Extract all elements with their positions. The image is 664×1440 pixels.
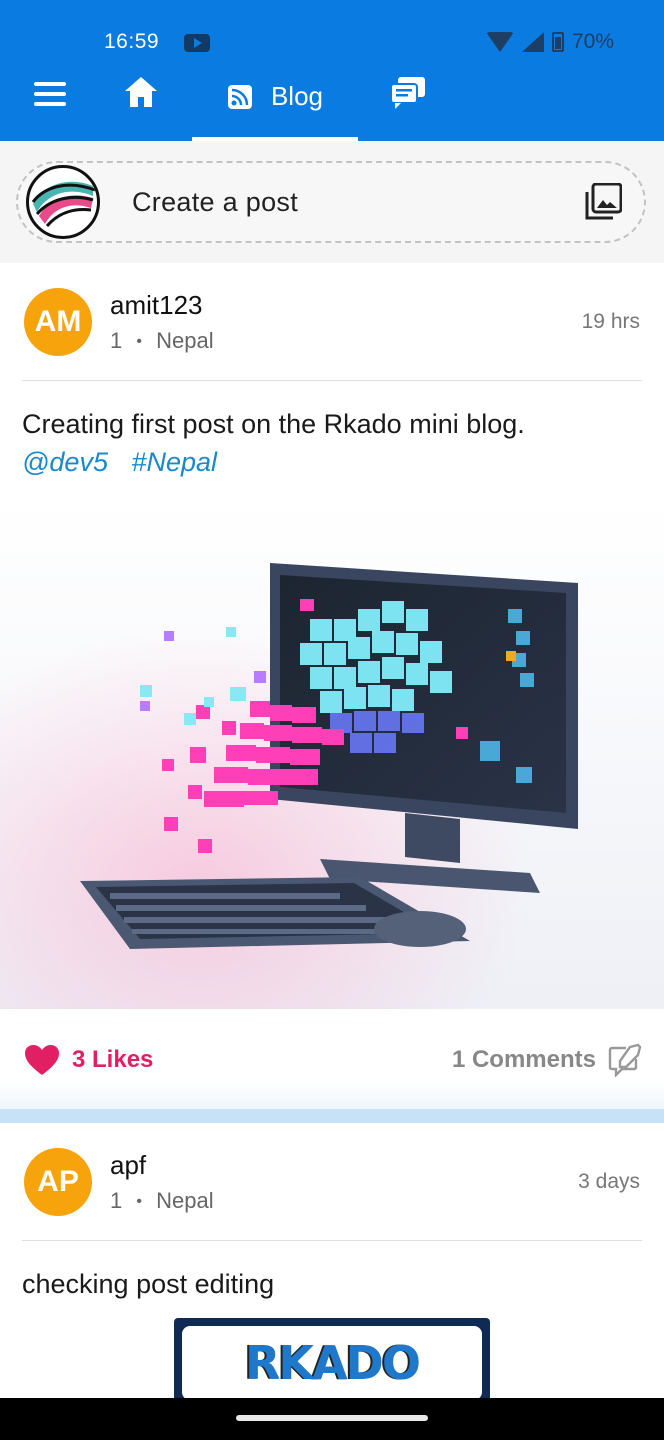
battery-icon [551,32,564,52]
post-author-meta: 1 • Nepal [110,328,214,354]
status-right: 70% [485,30,614,54]
system-navigation-bar [0,1398,664,1440]
hashtag-link[interactable]: #Nepal [131,447,217,477]
divider [22,380,642,381]
post-footer-fade [0,1081,664,1109]
post-author-name[interactable]: apf [110,1150,146,1181]
battery-percent: 70% [571,30,614,53]
create-post-section: Create a post [0,141,664,263]
home-gesture-handle[interactable] [236,1415,428,1421]
meta-count: 1 [110,328,123,353]
post-image[interactable] [0,501,664,1009]
comments-count: 1 Comments [451,1046,596,1073]
comments-button[interactable]: 1 Comments [452,1043,642,1077]
home-icon[interactable] [124,76,158,108]
post-author-meta: 1 • Nepal [110,1188,214,1214]
meta-separator: • [136,333,142,351]
gallery-icon[interactable] [584,183,622,221]
post-image[interactable]: RKADO [174,1318,490,1408]
post-time: 19 hrs [581,310,640,333]
create-post-label: Create a post [132,187,298,217]
status-bar: 16:59 70% [0,28,664,60]
rkado-logo: RKADO [182,1326,482,1400]
post-text: checking post editing [22,1269,275,1299]
post-separator [0,1109,664,1123]
user-avatar[interactable] [26,165,100,239]
tab-blog-label: Blog [270,81,324,111]
like-button[interactable]: 3 Likes [24,1044,153,1076]
post-card: AM amit123 1 • Nepal 19 hrs Creating fir… [0,263,664,1109]
post-author-name[interactable]: amit123 [110,290,203,321]
meta-location: Nepal [156,328,214,353]
heart-icon [25,1045,59,1075]
post-author-avatar[interactable]: AP [24,1148,92,1216]
rkado-logo-text: RKADO [245,1336,421,1390]
messages-icon[interactable] [390,76,426,110]
tab-blog[interactable]: Blog [192,62,358,141]
post-author-avatar[interactable]: AM [24,288,92,356]
status-time: 16:59 [104,30,160,53]
menu-icon[interactable] [34,82,66,106]
meta-count: 1 [110,1188,123,1213]
post-tags: @dev5 #Nepal [22,447,233,478]
post-time: 3 days [578,1170,640,1193]
divider [22,1240,642,1241]
comment-edit-icon [608,1043,642,1077]
likes-count: 3 Likes [72,1046,154,1073]
signal-icon [521,32,544,52]
meta-location: Nepal [156,1188,214,1213]
rss-icon [227,84,252,109]
app-bar: 16:59 70% Blog [0,0,664,141]
youtube-notification-icon [184,34,210,52]
toolbar: Blog [0,62,664,141]
mention-link[interactable]: @dev5 [22,447,108,477]
post-text: Creating first post on the Rkado mini bl… [22,409,525,439]
post-card: AP apf 1 • Nepal 3 days checking post ed… [0,1123,664,1408]
meta-separator: • [136,1193,142,1211]
wifi-icon [485,32,514,52]
create-post-button[interactable]: Create a post [16,161,646,243]
